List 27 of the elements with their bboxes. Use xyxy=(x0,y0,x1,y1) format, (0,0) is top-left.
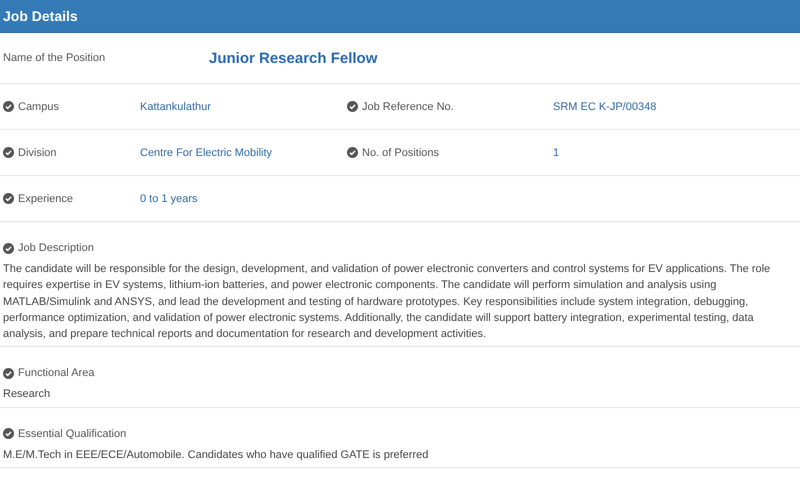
field-value: SRM EC K-JP/00348 xyxy=(553,100,656,112)
field-value: Kattankulathur xyxy=(140,100,211,112)
section-heading: Functional Area xyxy=(18,367,94,380)
field-label: No. of Positions xyxy=(362,146,440,158)
check-circle-icon xyxy=(347,101,358,112)
section-heading: Essential Qualification xyxy=(18,428,126,440)
field-label: Division xyxy=(18,146,57,158)
section-text: Research xyxy=(3,387,52,402)
field-value: 0 to 1 years xyxy=(140,192,198,204)
panel-title: Job Details xyxy=(3,8,78,24)
section-text: M.E/M.Tech in EEE/ECE/Automobile. Candidates who have qualified GATE is preferred xyxy=(3,448,430,463)
check-circle-icon xyxy=(3,368,14,379)
check-circle-icon xyxy=(347,147,358,158)
field-value: 1 xyxy=(553,146,560,158)
check-circle-icon xyxy=(3,193,14,204)
check-circle-icon xyxy=(3,147,14,158)
field-value: Centre For Electric Mobility xyxy=(140,146,272,158)
field-label: Experience xyxy=(18,192,74,204)
section-heading: Job Description xyxy=(18,242,94,254)
position-title: Junior Research Fellow xyxy=(209,50,378,66)
check-circle-icon xyxy=(3,428,14,440)
check-circle-icon xyxy=(3,101,14,112)
field-label: Campus xyxy=(18,100,59,112)
field-label: Name of the Position xyxy=(3,52,106,64)
field-label: Job Reference No. xyxy=(362,100,454,112)
check-circle-icon xyxy=(3,242,14,254)
section-text: The candidate will be responsible for the design, development, and validation of power electronic converters and control systems for EV applications. The role requires expertise in EV systems, lithium-ion batteries, and power electronic components. The candidate will perform simulation and analysis using MATLAB/Simulink and ANSYS, and lead the development and testing of hardware prototypes. Key responsibilities include system integration, debugging, performance optimization, and validation of power electronic systems. Additionally, the candidate will support battery integration, experimental testing, data analysis, and prepare technical reports and documentation for research and development activities. xyxy=(3,262,772,342)
